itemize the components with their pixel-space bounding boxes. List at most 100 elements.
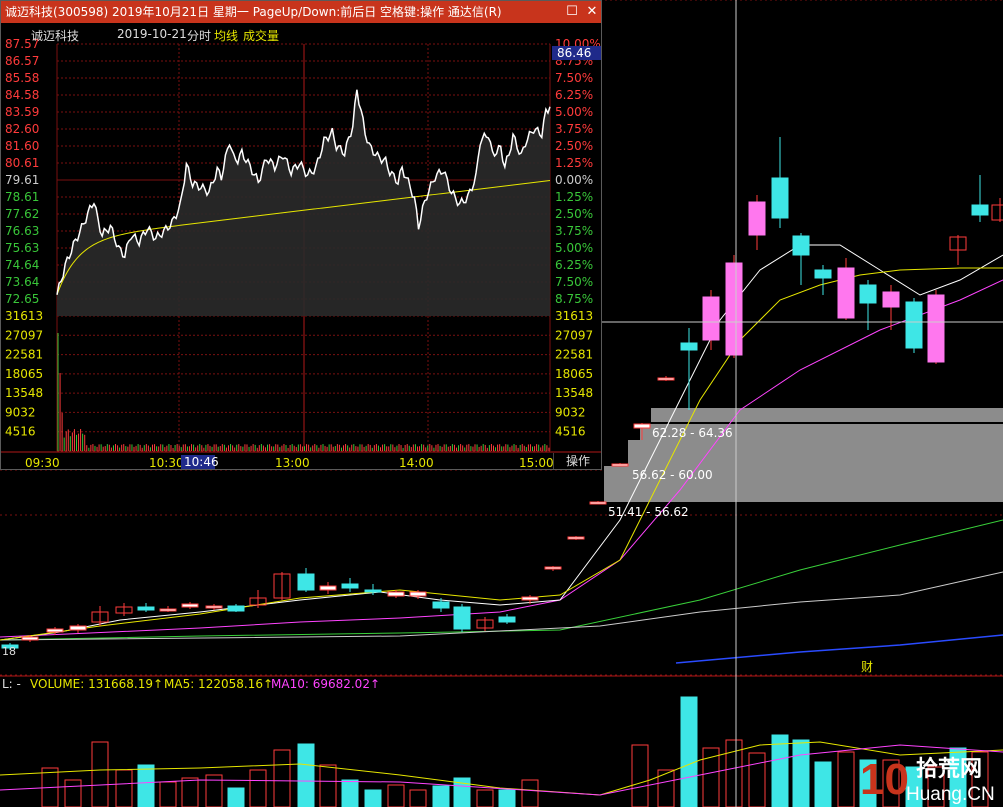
candle: [69, 624, 87, 633]
ma10-value: MA10: 69682.02↑: [271, 677, 381, 691]
candle: [702, 290, 720, 350]
intraday-volume-bars: [57, 333, 550, 451]
candle-body: [21, 636, 39, 641]
price-tick: 74.64: [5, 258, 39, 272]
candle: [159, 606, 177, 612]
time-tick: 10:30: [149, 456, 184, 469]
candle-body: [364, 589, 382, 593]
volume-bar: [227, 787, 245, 807]
price-tick: 80.61: [5, 156, 39, 170]
event-marker[interactable]: 财: [861, 660, 873, 674]
volume-bar: [159, 781, 177, 807]
candle-body: [991, 204, 1003, 221]
volume-legend: 成交量: [243, 29, 280, 43]
candle-body: [725, 262, 743, 356]
intraday-chart[interactable]: 87.5786.5785.5884.5883.5982.6081.6080.61…: [1, 23, 601, 469]
candle: [971, 175, 989, 222]
price-tick: 86.57: [5, 54, 39, 68]
ma-line-blue: [675, 634, 1003, 664]
band-label-1: 62.28 - 64.36: [652, 426, 733, 440]
candle-body: [771, 177, 789, 219]
candle: [927, 290, 945, 364]
candle: [949, 235, 967, 265]
candle-body: [971, 204, 989, 216]
time-tick: 13:00: [275, 456, 310, 469]
candle-body: [905, 301, 923, 349]
volume-bar: [521, 779, 539, 807]
percent-tick: 5.00%: [555, 241, 593, 255]
volume-tick-left: 22581: [5, 348, 43, 362]
candle-body: [498, 616, 516, 623]
candle: [453, 604, 471, 632]
volume-tick-right: 9032: [555, 405, 586, 419]
price-tick: 73.64: [5, 275, 39, 289]
candle-body: [453, 606, 471, 630]
percent-tick: 2.50%: [555, 139, 593, 153]
maximize-button[interactable]: ☐: [561, 1, 583, 23]
candle: [589, 501, 607, 505]
chart-mode: 分时: [187, 29, 212, 43]
candle: [115, 603, 133, 616]
price-tick: 82.60: [5, 122, 39, 136]
price-tick: 79.61: [5, 173, 39, 187]
cursor-time-badge: 10:46: [184, 455, 219, 469]
percent-tick: 1.25%: [555, 190, 593, 204]
candle: [544, 566, 562, 571]
svg-text:10: 10: [860, 755, 909, 804]
volume-tick-left: 9032: [5, 405, 36, 419]
price-band: [628, 440, 1003, 466]
candle: [249, 590, 267, 608]
candle: [814, 265, 832, 295]
volume-bar: [181, 777, 199, 807]
popup-titlebar[interactable]: 诚迈科技(300598) 2019年10月21日 星期一 PageUp/Down…: [1, 1, 601, 23]
candle-body: [859, 284, 877, 304]
volume-bar: [476, 789, 494, 807]
candle-body: [814, 269, 832, 279]
logo-number: 10: [860, 755, 909, 804]
volume-tick-left: 13548: [5, 386, 43, 400]
operate-button[interactable]: 操作: [553, 453, 602, 469]
percent-tick: 1.25%: [555, 156, 593, 170]
volume-bar: [432, 785, 450, 807]
percent-tick: 0.00%: [555, 173, 593, 187]
volume-bar: [748, 752, 766, 807]
volume-bar: [91, 741, 109, 807]
volume-bar: [297, 743, 315, 807]
candle-body: [521, 596, 539, 601]
candle-body: [319, 585, 337, 591]
percent-tick: 3.75%: [555, 224, 593, 238]
intraday-popup[interactable]: 诚迈科技(300598) 2019年10月21日 星期一 PageUp/Down…: [0, 0, 602, 470]
price-tick: 76.63: [5, 224, 39, 238]
candle-body: [633, 423, 651, 429]
volume-tick-left: 31613: [5, 309, 43, 323]
volume-tick-right: 22581: [555, 348, 593, 362]
band-label-3: 51.41 - 56.62: [608, 505, 689, 519]
candle-body: [227, 605, 245, 612]
percent-tick: 7.50%: [555, 71, 593, 85]
volume-bar: [814, 761, 832, 807]
time-tick: 14:00: [399, 456, 434, 469]
price-tick: 81.60: [5, 139, 39, 153]
popup-title: 诚迈科技(300598) 2019年10月21日 星期一 PageUp/Down…: [5, 5, 502, 19]
candle-body: [137, 606, 155, 611]
volume-bar: [319, 764, 337, 807]
candle: [657, 376, 675, 381]
candle: [680, 328, 698, 410]
close-button[interactable]: ✕: [581, 1, 603, 23]
candle: [297, 568, 315, 592]
candle: [476, 617, 494, 631]
candle: [611, 463, 629, 467]
volume-bar: [115, 769, 133, 807]
current-price-badge: 86.46: [557, 46, 591, 60]
candle-body: [611, 463, 629, 467]
volume-bar: [64, 779, 82, 807]
volume-tick-left: 18065: [5, 367, 43, 381]
left-edge-label: 18: [2, 645, 16, 658]
percent-tick: 5.00%: [555, 105, 593, 119]
volume-tick-right: 18065: [555, 367, 593, 381]
volume-tick-right: 27097: [555, 328, 593, 342]
candle: [498, 614, 516, 624]
band-label-2: 56.62 - 60.00: [632, 468, 713, 482]
volume-bar: [498, 789, 516, 807]
candle-body: [657, 377, 675, 381]
